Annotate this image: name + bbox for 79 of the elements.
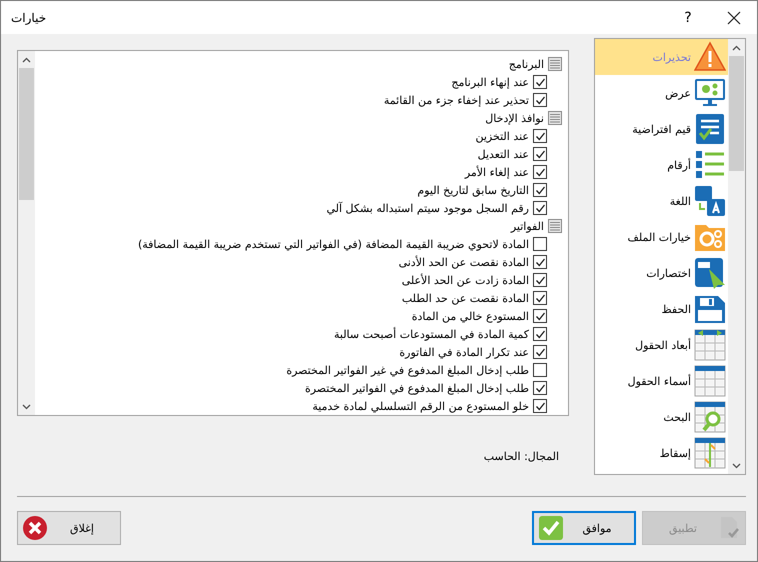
warning-icon bbox=[694, 41, 726, 73]
numbered-list-icon bbox=[694, 149, 726, 181]
section-title: نوافذ الإدخال bbox=[485, 112, 544, 124]
table-icon bbox=[694, 365, 726, 397]
category-item[interactable]: الحفظ bbox=[595, 291, 728, 327]
section-title: الفواتير bbox=[510, 220, 544, 232]
scroll-down-icon[interactable] bbox=[22, 404, 31, 410]
category-item[interactable]: أبعاد الحقول bbox=[595, 327, 728, 363]
ok-button[interactable]: موافق bbox=[532, 511, 636, 545]
option-label: عند تكرار المادة في الفاتورة bbox=[399, 346, 529, 358]
scrollbar[interactable] bbox=[18, 51, 35, 415]
checkbox[interactable] bbox=[533, 147, 547, 161]
checkbox[interactable] bbox=[533, 201, 547, 215]
save-icon bbox=[694, 293, 726, 325]
checkbox[interactable] bbox=[533, 183, 547, 197]
option-label: التاريخ سابق لتاريخ اليوم bbox=[417, 184, 529, 196]
option-label: عند التعديل bbox=[478, 148, 529, 160]
option-label: المادة لاتحوي ضريبة القيمة المضافة (في الفواتير التي تستخدم ضريبة القيمة المضافة) bbox=[138, 238, 529, 250]
option-label: خلو المستودع من الرقم التسلسلي لمادة خدمية bbox=[312, 400, 529, 412]
category-item[interactable]: البحث bbox=[595, 399, 728, 435]
category-item[interactable]: أسماء الحقول bbox=[595, 363, 728, 399]
checkbox[interactable] bbox=[533, 129, 547, 143]
checkbox[interactable] bbox=[533, 75, 547, 89]
check-icon bbox=[538, 515, 564, 541]
checkbox[interactable] bbox=[533, 237, 547, 251]
help-button[interactable]: ? bbox=[665, 1, 711, 34]
error-icon bbox=[22, 515, 48, 541]
option-label: عند التخزين bbox=[476, 130, 529, 142]
option-label: كمية المادة في المستودعات أصبحت سالبة bbox=[334, 328, 529, 340]
scroll-thumb[interactable] bbox=[729, 56, 744, 171]
section-icon bbox=[548, 219, 562, 233]
close-icon bbox=[727, 10, 741, 24]
checkbox[interactable] bbox=[533, 291, 547, 305]
section-title: البرنامج bbox=[508, 58, 544, 70]
scroll-down-icon[interactable] bbox=[732, 463, 741, 469]
option-label: المستودع خالي من المادة bbox=[412, 310, 529, 322]
section-icon bbox=[548, 111, 562, 125]
checkbox[interactable] bbox=[533, 309, 547, 323]
list-icon bbox=[694, 113, 726, 145]
search-icon bbox=[694, 401, 726, 433]
checkbox[interactable] bbox=[533, 165, 547, 179]
shortcut-icon bbox=[694, 257, 726, 289]
scrollbar[interactable] bbox=[728, 39, 745, 474]
checkbox[interactable] bbox=[533, 327, 547, 341]
section-icon bbox=[548, 57, 562, 71]
scroll-up-icon[interactable] bbox=[22, 57, 31, 63]
category-item[interactable]: خيارات الملف bbox=[595, 219, 728, 255]
table-icon bbox=[694, 329, 726, 361]
option-label: طلب إدخال المبلغ المدفوع في الفواتير المختصرة bbox=[304, 382, 529, 394]
window-title: خيارات bbox=[11, 10, 46, 24]
checkbox[interactable] bbox=[533, 255, 547, 269]
option-label: عند إنهاء البرنامج bbox=[451, 76, 529, 88]
checkbox[interactable] bbox=[533, 399, 547, 413]
category-item[interactable]: عرض bbox=[595, 75, 728, 111]
document-icon bbox=[719, 515, 741, 541]
option-label: عند إلغاء الأمر bbox=[464, 166, 529, 178]
checkbox[interactable] bbox=[533, 93, 547, 107]
scope-label: المجال: الحاسب bbox=[484, 450, 559, 463]
category-item[interactable]: اختصارات bbox=[595, 255, 728, 291]
close-button[interactable]: إغلاق bbox=[17, 511, 121, 545]
checkbox[interactable] bbox=[533, 363, 547, 377]
category-item[interactable]: قيم افتراضية bbox=[595, 111, 728, 147]
option-label: تحذير عند إخفاء جزء من القائمة bbox=[384, 94, 529, 106]
option-label: رقم السجل موجود سيتم استبداله بشكل آلي bbox=[326, 202, 529, 214]
option-label: طلب إدخال المبلغ المدفوع في غير الفواتير المختصرة bbox=[286, 364, 529, 376]
option-label: المادة نقصت عن حد الطلب bbox=[402, 292, 529, 304]
option-label: المادة زادت عن الحد الأعلى bbox=[402, 274, 529, 286]
checkbox[interactable] bbox=[533, 273, 547, 287]
checkbox[interactable] bbox=[533, 345, 547, 359]
table-icon bbox=[694, 437, 726, 469]
scroll-up-icon[interactable] bbox=[732, 45, 741, 51]
scroll-thumb[interactable] bbox=[19, 68, 34, 200]
category-item[interactable]: أرقام bbox=[595, 147, 728, 183]
language-icon bbox=[694, 185, 726, 217]
category-item[interactable]: اللغة bbox=[595, 183, 728, 219]
checkbox[interactable] bbox=[533, 381, 547, 395]
category-item[interactable]: إسقاط bbox=[595, 435, 728, 471]
monitor-icon bbox=[694, 77, 726, 109]
option-label: المادة نقصت عن الحد الأدنى bbox=[398, 256, 529, 268]
